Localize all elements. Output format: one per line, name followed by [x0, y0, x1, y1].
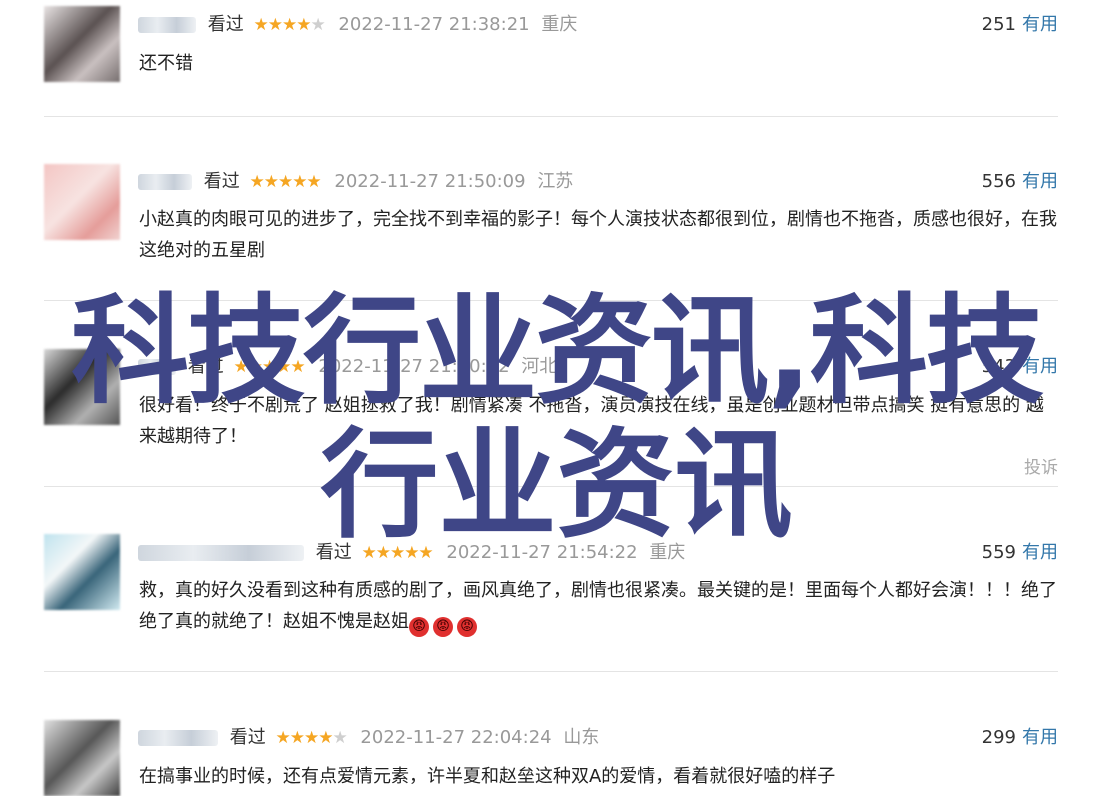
useful-button[interactable]: 有用	[1022, 14, 1058, 35]
review-time: 2022-11-27 21:50:09	[334, 171, 526, 192]
useful-vote[interactable]: 543 有用	[982, 354, 1058, 380]
review-content-text: 救，真的好久没看到这种有质感的剧了，画风真绝了，剧情也很紧凑。最关键的是！里面每…	[139, 580, 1057, 632]
review-location: 重庆	[541, 14, 578, 35]
avatar[interactable]	[44, 6, 120, 82]
review-meta: 看过 ★★★★★ 2022-11-27 21:50:52 河北	[138, 354, 557, 380]
rating-stars: ★★★★★	[253, 15, 325, 35]
rating-stars: ★★★★★	[361, 543, 433, 563]
angry-face-icon: 😡	[433, 617, 453, 637]
star-on-icon: ★★★★★	[233, 357, 305, 377]
rating-stars: ★★★★★	[249, 172, 321, 192]
review-content: 救，真的好久没看到这种有质感的剧了，画风真绝了，剧情也很紧凑。最关键的是！里面每…	[139, 575, 1059, 637]
review-location: 江苏	[537, 171, 574, 192]
review-content: 还不错	[139, 53, 193, 74]
star-on-icon: ★★★★★	[361, 543, 433, 563]
useful-vote[interactable]: 299 有用	[982, 725, 1058, 751]
review-meta: 看过 ★★★★★ 2022-11-27 21:50:09 江苏	[138, 169, 573, 195]
review-location: 重庆	[649, 542, 686, 563]
avatar[interactable]	[44, 720, 120, 796]
rating-stars: ★★★★★	[233, 357, 305, 377]
useful-count: 299	[981, 727, 1016, 748]
report-button[interactable]: 投诉	[1024, 453, 1058, 478]
useful-count: 556	[981, 171, 1016, 192]
username-blurred[interactable]	[138, 359, 176, 375]
review-time: 2022-11-27 21:38:21	[338, 14, 530, 35]
watched-status: 看过	[229, 727, 266, 748]
star-on-icon: ★★★★	[275, 728, 333, 748]
review-time: 2022-11-27 22:04:24	[360, 727, 552, 748]
username-blurred[interactable]	[138, 174, 192, 190]
divider	[44, 486, 1058, 487]
review-meta: 看过 ★★★★★ 2022-11-27 21:38:21 重庆	[138, 12, 577, 38]
useful-button[interactable]: 有用	[1022, 356, 1058, 377]
watched-status: 看过	[187, 356, 224, 377]
useful-vote[interactable]: 251 有用	[982, 12, 1058, 38]
review-content: 在搞事业的时候，还有点爱情元素，许半夏和赵垒这种双A的爱情，看着就很好嗑的样子	[139, 766, 836, 787]
rating-stars: ★★★★★	[275, 728, 347, 748]
divider	[44, 116, 1058, 117]
divider	[44, 300, 1058, 301]
watched-status: 看过	[203, 171, 240, 192]
review-meta: 看过 ★★★★★ 2022-11-27 22:04:24 山东	[138, 725, 599, 751]
useful-count: 543	[981, 356, 1016, 377]
review-meta: 看过 ★★★★★ 2022-11-27 21:54:22 重庆	[138, 540, 685, 566]
angry-face-icon: 😡	[409, 617, 429, 637]
angry-face-icon: 😡	[457, 617, 477, 637]
username-blurred[interactable]	[138, 545, 304, 561]
star-off-icon: ★	[310, 15, 325, 35]
useful-vote[interactable]: 559 有用	[982, 540, 1058, 566]
watched-status: 看过	[207, 14, 244, 35]
review-content: 很好看！终于不剧荒了 赵姐拯救了我！剧情紧凑 不拖沓，演员演技在线，虽是创业题材…	[139, 395, 1044, 447]
avatar[interactable]	[44, 164, 120, 240]
star-on-icon: ★★★★★	[249, 172, 321, 192]
useful-button[interactable]: 有用	[1022, 171, 1058, 192]
username-blurred[interactable]	[138, 17, 196, 33]
review-time: 2022-11-27 21:54:22	[446, 542, 638, 563]
divider	[44, 671, 1058, 672]
useful-count: 559	[981, 542, 1016, 563]
star-off-icon: ★	[332, 728, 347, 748]
review-content: 小赵真的肉眼可见的进步了，完全找不到幸福的影子！每个人演技状态都很到位，剧情也不…	[139, 209, 1057, 261]
review-location: 山东	[563, 727, 600, 748]
useful-vote[interactable]: 556 有用	[982, 169, 1058, 195]
avatar[interactable]	[44, 349, 120, 425]
username-blurred[interactable]	[138, 730, 218, 746]
review-location: 河北	[521, 356, 558, 377]
useful-count: 251	[981, 14, 1016, 35]
avatar[interactable]	[44, 534, 120, 610]
watched-status: 看过	[315, 542, 352, 563]
star-on-icon: ★★★★	[253, 15, 311, 35]
useful-button[interactable]: 有用	[1022, 542, 1058, 563]
useful-button[interactable]: 有用	[1022, 727, 1058, 748]
review-time: 2022-11-27 21:50:52	[318, 356, 510, 377]
